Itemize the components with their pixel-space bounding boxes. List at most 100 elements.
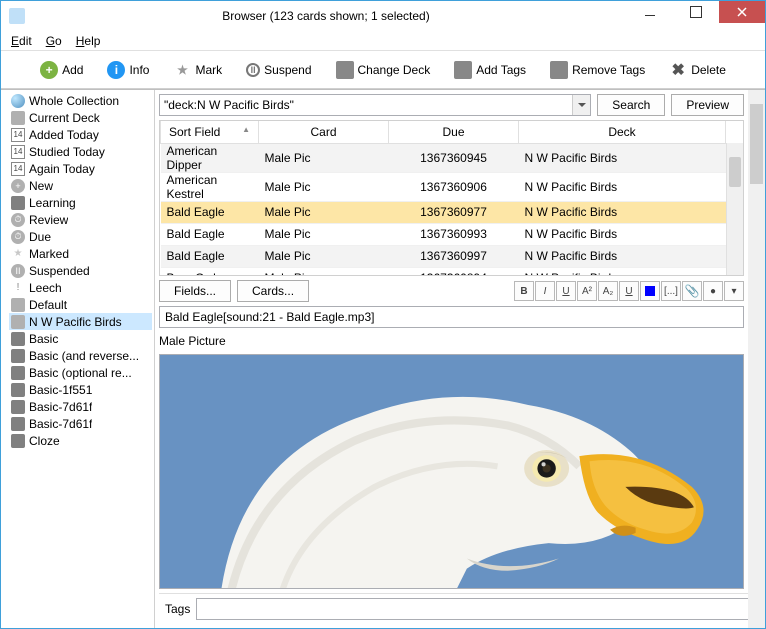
sidebar-item[interactable]: +New — [9, 177, 152, 194]
col-card[interactable]: Card — [259, 121, 389, 143]
table-row[interactable]: Barn OwlMale Pic1367360894N W Pacific Bi… — [161, 267, 726, 276]
italic-button[interactable]: I — [535, 281, 555, 301]
cell-card: Male Pic — [259, 201, 389, 223]
x-icon: ✖ — [669, 61, 687, 79]
suspend-button[interactable]: IISuspend — [242, 61, 315, 79]
eagle-image — [160, 355, 743, 588]
info-button[interactable]: iInfo — [103, 59, 153, 81]
sidebar-item[interactable]: N W Pacific Birds — [9, 313, 152, 330]
bold-button[interactable]: B — [514, 281, 534, 301]
record-button[interactable]: ● — [703, 281, 723, 301]
table-row[interactable]: Bald EagleMale Pic1367360977N W Pacific … — [161, 201, 726, 223]
clock-icon: ⏱ — [11, 213, 25, 227]
sort-field-editor[interactable]: Bald Eagle[sound:21 - Bald Eagle.mp3] — [159, 306, 744, 328]
menu-help[interactable]: Help — [76, 34, 101, 48]
attach-button[interactable]: 📎 — [682, 281, 702, 301]
sidebar-item[interactable]: Whole Collection — [9, 92, 152, 109]
delete-button[interactable]: ✖Delete — [665, 59, 730, 81]
preview-button[interactable]: Preview — [671, 94, 744, 116]
sidebar-item-label: Learning — [29, 196, 76, 210]
sidebar-item[interactable]: Basic-7d61f — [9, 398, 152, 415]
male-picture-field[interactable] — [159, 354, 744, 589]
card-table[interactable]: Sort Field▲ Card Due Deck American Dippe… — [159, 120, 744, 276]
sidebar-item-label: Basic (optional re... — [29, 366, 132, 380]
sidebar-item[interactable]: Learning — [9, 194, 152, 211]
minimize-button[interactable] — [627, 1, 673, 23]
search-button[interactable]: Search — [597, 94, 665, 116]
sidebar-item[interactable]: Current Deck — [9, 109, 152, 126]
sidebar-item-label: Default — [29, 298, 67, 312]
sidebar-item-label: Review — [29, 213, 68, 227]
add-tags-button[interactable]: Add Tags — [450, 59, 530, 81]
nt-icon — [11, 366, 25, 380]
sidebar-item-label: Basic-7d61f — [29, 400, 92, 414]
table-row[interactable]: American KestrelMale Pic1367360906N W Pa… — [161, 172, 726, 201]
sidebar-item[interactable]: Basic-1f551 — [9, 381, 152, 398]
sidebar-item-label: Added Today — [29, 128, 99, 142]
nt-icon — [11, 400, 25, 414]
col-due[interactable]: Due — [389, 121, 519, 143]
tag-add-icon — [454, 61, 472, 79]
clear-format-button[interactable]: U — [619, 281, 639, 301]
fields-button[interactable]: Fields... — [159, 280, 231, 302]
close-button[interactable] — [719, 1, 765, 23]
deck-icon — [11, 315, 25, 329]
cards-button[interactable]: Cards... — [237, 280, 309, 302]
sidebar-item[interactable]: Default — [9, 296, 152, 313]
table-row[interactable]: Bald EagleMale Pic1367360993N W Pacific … — [161, 223, 726, 245]
change-deck-button[interactable]: Change Deck — [332, 59, 435, 81]
more-button[interactable]: ▾ — [724, 281, 744, 301]
table-scrollbar[interactable] — [726, 143, 743, 275]
maximize-button[interactable] — [673, 1, 719, 23]
cell-deck: N W Pacific Birds — [519, 245, 726, 267]
toolbar: +Add iInfo ★Mark IISuspend Change Deck A… — [1, 51, 765, 89]
sidebar-item[interactable]: ⏱ Review — [9, 211, 152, 228]
sidebar-item[interactable]: ★Marked — [9, 245, 152, 262]
sidebar-item[interactable]: Basic (and reverse... — [9, 347, 152, 364]
sidebar-item[interactable]: ⏱Due — [9, 228, 152, 245]
sidebar[interactable]: Whole CollectionCurrent Deck14Added Toda… — [1, 90, 155, 628]
add-button[interactable]: +Add — [36, 59, 87, 81]
menu-edit[interactable]: Edit — [11, 34, 32, 48]
search-input[interactable] — [160, 95, 572, 115]
underline-button[interactable]: U — [556, 281, 576, 301]
table-row[interactable]: American DipperMale Pic1367360945N W Pac… — [161, 143, 726, 172]
field-label: Male Picture — [159, 334, 744, 348]
tags-input[interactable] — [196, 598, 755, 620]
text-color-button[interactable] — [640, 281, 660, 301]
superscript-button[interactable]: A² — [577, 281, 597, 301]
sidebar-item-label: Basic (and reverse... — [29, 349, 139, 363]
tags-row: Tags — [159, 593, 761, 624]
sidebar-item[interactable]: Basic — [9, 330, 152, 347]
cell-due: 1367360906 — [389, 172, 519, 201]
col-deck[interactable]: Deck — [519, 121, 726, 143]
sidebar-item[interactable]: !Leech — [9, 279, 152, 296]
sidebar-item-label: Current Deck — [29, 111, 100, 125]
table-row[interactable]: Bald EagleMale Pic1367360997N W Pacific … — [161, 245, 726, 267]
sidebar-item[interactable]: Cloze — [9, 432, 152, 449]
subscript-button[interactable]: A₂ — [598, 281, 618, 301]
paperclip-icon: 📎 — [685, 284, 700, 298]
cal-icon: 14 — [11, 145, 25, 159]
cell-deck: N W Pacific Birds — [519, 172, 726, 201]
search-combo[interactable] — [159, 94, 591, 116]
col-sort-field[interactable]: Sort Field▲ — [161, 121, 259, 143]
sidebar-item[interactable]: 14Again Today — [9, 160, 152, 177]
deck-icon — [11, 111, 25, 125]
sidebar-item[interactable]: Basic (optional re... — [9, 364, 152, 381]
sidebar-item[interactable]: Basic-7d61f — [9, 415, 152, 432]
search-dropdown-icon[interactable] — [572, 95, 590, 115]
plus-icon: + — [40, 61, 58, 79]
cell-card: Male Pic — [259, 245, 389, 267]
sidebar-item[interactable]: 14Studied Today — [9, 143, 152, 160]
remove-tags-button[interactable]: Remove Tags — [546, 59, 649, 81]
mark-button[interactable]: ★Mark — [169, 59, 226, 81]
star-icon: ★ — [173, 61, 191, 79]
menu-go[interactable]: Go — [46, 34, 62, 48]
cloze-button[interactable]: [...] — [661, 281, 681, 301]
sidebar-item[interactable]: IISuspended — [9, 262, 152, 279]
cell-card: Male Pic — [259, 143, 389, 172]
editor-scrollbar[interactable] — [748, 90, 765, 628]
sidebar-item[interactable]: 14Added Today — [9, 126, 152, 143]
app-icon — [9, 8, 25, 24]
